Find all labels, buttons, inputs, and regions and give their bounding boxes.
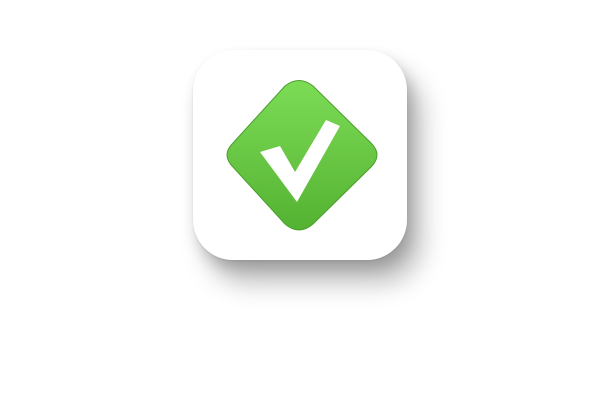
badge-diamond-shape [226, 80, 378, 231]
app-icon-tile[interactable] [193, 50, 407, 260]
checkmark-icon [226, 80, 378, 231]
canvas [0, 0, 600, 400]
